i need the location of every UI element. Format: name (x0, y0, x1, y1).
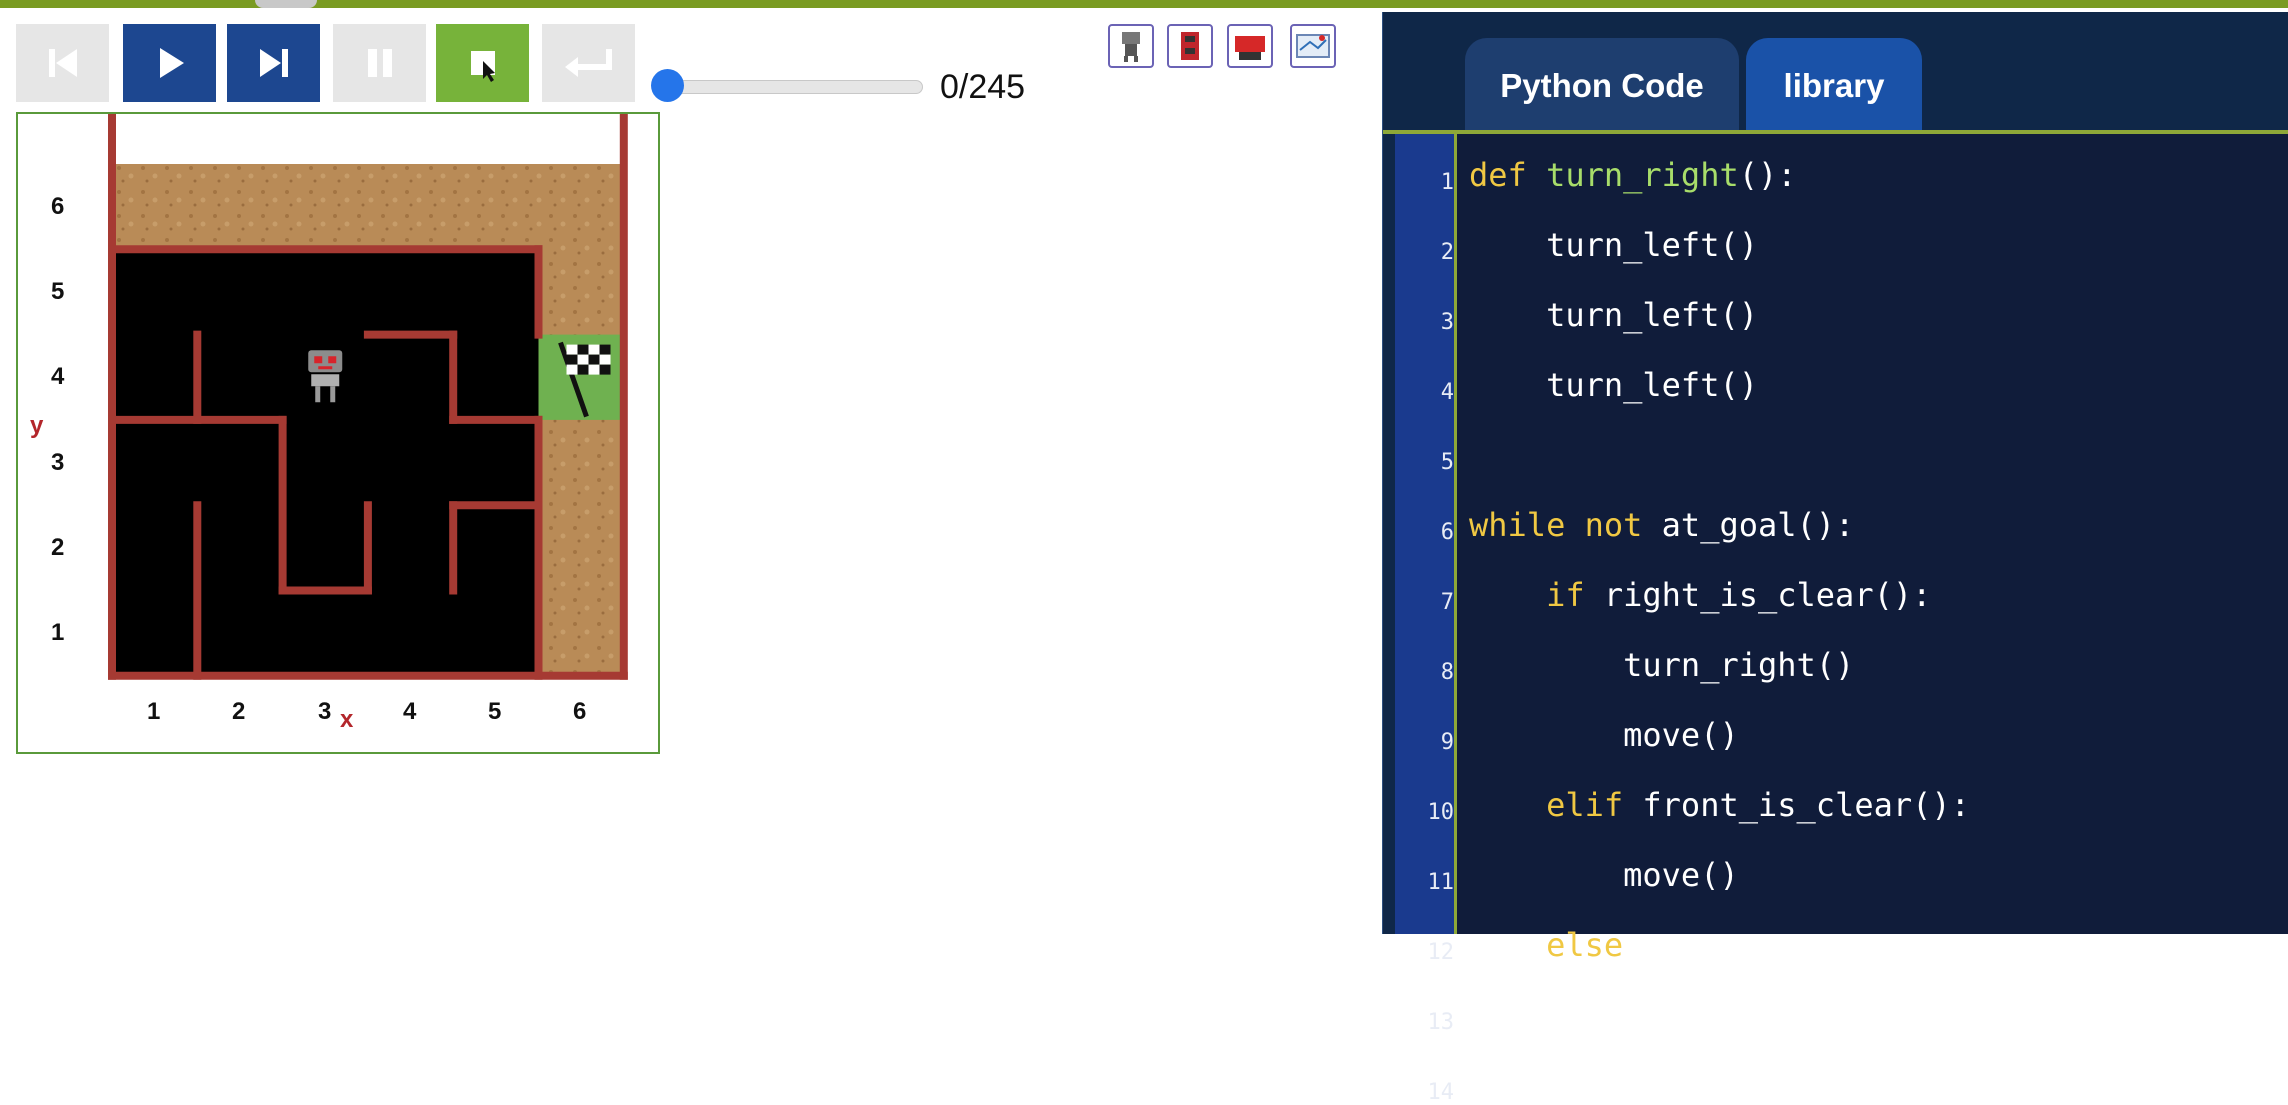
code-token: def (1469, 156, 1547, 194)
code-line[interactable]: if right_is_clear(): (1469, 576, 1931, 614)
line-number: 1 (1440, 170, 1454, 195)
code-token: if (1546, 576, 1585, 614)
line-number: 9 (1440, 730, 1454, 755)
code-token: else (1546, 926, 1624, 964)
run-button[interactable] (123, 24, 216, 102)
code-token: move() (1469, 716, 1739, 754)
y-tick-6: 6 (51, 193, 65, 220)
y-axis-label: y (30, 412, 44, 439)
code-line[interactable]: move() (1469, 856, 1739, 894)
code-line[interactable]: turn_left() (1469, 226, 1758, 264)
pause-icon (367, 49, 392, 77)
code-line[interactable]: turn_right() (1469, 646, 1854, 684)
code-editor-panel: Python Code library 1 2 3 4 5 6 7 8 9 10 11 12 13 14 … (1383, 12, 2288, 1105)
tab-library[interactable]: library (1746, 38, 1922, 134)
code-line[interactable]: turn_left() (1469, 996, 1835, 1034)
step-slider-handle[interactable] (651, 69, 684, 102)
play-icon (159, 48, 184, 78)
flag-tool-icon[interactable] (1227, 24, 1273, 68)
x-tick-1: 1 (147, 698, 161, 725)
tab-python-code[interactable]: Python Code (1465, 38, 1739, 134)
y-tick-4: 4 (51, 363, 65, 390)
checkered-flag-icon (566, 344, 611, 375)
code-line[interactable]: while not at_goal(): (1469, 506, 1854, 544)
code-line[interactable]: move() (1469, 716, 1739, 754)
line-number: 2 (1440, 240, 1454, 265)
code-token: turn_left() (1469, 296, 1758, 334)
x-axis-label: x (340, 706, 354, 733)
line-number: 11 (1427, 870, 1455, 895)
code-line[interactable]: turn_left() (1469, 366, 1758, 404)
code-line[interactable]: def turn_right(): (1469, 156, 1797, 194)
step-slider-track[interactable] (668, 80, 923, 94)
y-tick-1: 1 (51, 619, 65, 646)
world-map (108, 114, 628, 680)
x-tick-4: 4 (403, 698, 417, 725)
step-forward-icon (259, 49, 288, 77)
line-number: 5 (1440, 450, 1454, 475)
code-line[interactable]: elif front_is_clear(): (1469, 786, 1970, 824)
line-number-gutter: 1 2 3 4 5 6 7 8 9 10 11 12 13 14 (1395, 134, 1457, 1105)
code-token: (): (1738, 156, 1797, 194)
y-tick-3: 3 (51, 449, 65, 476)
go-to-start-button[interactable] (16, 24, 109, 102)
code-token: turn_left() (1469, 996, 1836, 1034)
x-tick-6: 6 (573, 698, 587, 725)
top-bar (0, 0, 2288, 8)
x-tick-3: 3 (318, 698, 332, 725)
code-token: at_goal(): (1642, 506, 1855, 544)
code-line[interactable]: turn_left() (1469, 296, 1758, 334)
code-token: turn_left() (1469, 226, 1758, 264)
code-token: turn_right() (1469, 646, 1855, 684)
line-number: 3 (1440, 310, 1454, 335)
reload-button[interactable] (542, 24, 635, 102)
robot-world (16, 112, 660, 754)
line-number: 13 (1427, 1010, 1455, 1035)
x-tick-5: 5 (488, 698, 502, 725)
step-button[interactable] (227, 24, 320, 102)
code-token: turn_right (1546, 156, 1739, 194)
pause-button[interactable] (333, 24, 426, 102)
line-number: 14 (1427, 1080, 1455, 1105)
code-editor[interactable]: def turn_right(): turn_left() turn_left(… (1457, 134, 2288, 1034)
line-number: 8 (1440, 660, 1454, 685)
y-tick-2: 2 (51, 534, 65, 561)
x-tick-2: 2 (232, 698, 246, 725)
code-token: front_is_clear(): (1623, 786, 1970, 824)
line-number: 7 (1440, 590, 1454, 615)
code-line[interactable]: else: (1469, 926, 1642, 964)
line-number: 6 (1440, 520, 1454, 545)
code-token: turn_left() (1469, 366, 1758, 404)
wall-tool-icon[interactable] (1167, 24, 1213, 68)
line-number: 12 (1427, 940, 1455, 965)
line-number: 10 (1427, 800, 1455, 825)
code-token: move() (1469, 856, 1739, 894)
code-token: elif (1546, 786, 1624, 824)
skip-back-icon (48, 49, 77, 77)
y-tick-5: 5 (51, 278, 65, 305)
stop-button[interactable] (436, 24, 529, 102)
line-number: 4 (1440, 380, 1454, 405)
code-token: right_is_clear(): (1584, 576, 1932, 614)
robot-tool-icon[interactable] (1108, 24, 1154, 68)
code-token: : (1623, 926, 1643, 964)
stop-icon (470, 51, 495, 82)
step-counter: 0/245 (940, 68, 1026, 106)
return-icon (564, 49, 612, 77)
map-tool-icon[interactable] (1290, 24, 1336, 68)
code-token: while not (1469, 506, 1643, 544)
